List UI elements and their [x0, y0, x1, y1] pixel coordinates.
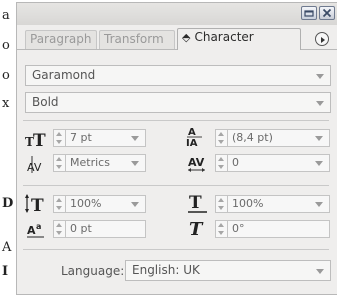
tab-label: Transform [104, 32, 164, 46]
svg-text:AV: AV [27, 161, 42, 174]
tab-label: Character [194, 30, 254, 44]
language-value: English: UK [132, 263, 200, 277]
background-text-line: x [2, 96, 10, 111]
baseline-shift-value: 0 pt [70, 222, 92, 235]
character-rotation-field[interactable]: 0° [228, 220, 330, 238]
vertical-scale-value: 100% [70, 197, 102, 210]
horizontal-scale-value: 100% [232, 197, 264, 210]
svg-text:a: a [36, 222, 41, 231]
tracking-value: 0 [232, 156, 239, 169]
leading-icon: A IA [185, 126, 211, 148]
kerning-field[interactable]: Metrics [66, 154, 146, 172]
tab-character[interactable]: ⬘ Character [177, 28, 301, 50]
section-divider [23, 249, 329, 250]
chevron-down-icon [131, 161, 139, 166]
horizontal-scale-icon: T [187, 193, 213, 213]
vertical-scale-icon: T [24, 193, 50, 215]
tab-paragraph[interactable]: Paragraph [25, 30, 97, 49]
chevron-down-icon [316, 269, 324, 274]
chevron-down-icon [315, 136, 323, 141]
character-rotation-stepper[interactable] [215, 220, 228, 238]
chevron-down-icon [315, 202, 323, 207]
background-text-line: o [2, 38, 10, 53]
svg-text:IA: IA [186, 138, 198, 148]
panel-menu-button[interactable] [315, 32, 329, 46]
tracking-stepper[interactable] [215, 154, 228, 172]
chevron-down-icon [131, 136, 139, 141]
chevron-down-icon [315, 161, 323, 166]
panel-tabs: Paragraph Transform ⬘ Character [17, 27, 337, 50]
svg-text:A: A [27, 224, 36, 237]
character-rotation-icon: T [187, 217, 213, 239]
font-family-dropdown[interactable]: Garamond [25, 65, 331, 86]
background-text-line: o [2, 68, 10, 83]
font-family-value: Garamond [32, 68, 96, 82]
language-label: Language: [61, 264, 125, 278]
chevron-down-icon [316, 74, 324, 79]
background-text-line: I [2, 264, 9, 279]
chevron-down-icon [131, 202, 139, 207]
baseline-shift-field[interactable]: 0 pt [66, 220, 146, 238]
background-text-line: A [2, 240, 12, 255]
character-panel: Paragraph Transform ⬘ Character Garamond … [16, 2, 337, 295]
font-size-stepper[interactable] [53, 129, 66, 147]
background-text-line: D [2, 196, 14, 211]
minimize-button[interactable] [301, 6, 317, 20]
close-icon [322, 8, 332, 18]
tab-label: Paragraph [30, 32, 92, 46]
vertical-scale-stepper[interactable] [53, 195, 66, 213]
horizontal-scale-field[interactable]: 100% [228, 195, 330, 213]
svg-text:T: T [33, 131, 46, 149]
horizontal-scale-stepper[interactable] [215, 195, 228, 213]
svg-text:T: T [31, 196, 44, 215]
background-text-line: a [2, 8, 10, 23]
vertical-scale-field[interactable]: 100% [66, 195, 146, 213]
font-size-icon: T T [24, 129, 50, 149]
leading-value: (8,4 pt) [232, 131, 273, 144]
section-divider [23, 185, 329, 186]
panel-menu-arrow-icon [321, 37, 325, 43]
chevron-down-icon [316, 101, 324, 106]
baseline-shift-stepper[interactable] [53, 220, 66, 238]
baseline-shift-icon: A a [26, 219, 52, 239]
character-rotation-value: 0° [232, 222, 245, 235]
minimize-icon [304, 10, 314, 17]
close-button[interactable] [319, 6, 335, 20]
svg-text:A: A [188, 127, 196, 138]
font-style-dropdown[interactable]: Bold [25, 92, 331, 113]
svg-text:AV: AV [188, 156, 205, 169]
tab-transform[interactable]: Transform [99, 30, 175, 49]
tracking-icon: AV [187, 153, 213, 173]
kerning-value: Metrics [70, 156, 110, 169]
updown-diamond-icon: ⬘ [182, 31, 191, 44]
leading-stepper[interactable] [215, 129, 228, 147]
leading-field[interactable]: (8,4 pt) [228, 129, 330, 147]
tracking-field[interactable]: 0 [228, 154, 330, 172]
font-size-value: 7 pt [70, 131, 92, 144]
font-size-field[interactable]: 7 pt [66, 129, 146, 147]
svg-text:T: T [189, 219, 204, 239]
section-divider [23, 120, 329, 121]
language-dropdown[interactable]: English: UK [125, 260, 331, 281]
panel-title-bar[interactable] [17, 3, 337, 25]
font-style-value: Bold [32, 95, 59, 109]
kerning-stepper[interactable] [53, 154, 66, 172]
kerning-icon: AV [26, 153, 52, 174]
svg-text:T: T [189, 193, 202, 213]
